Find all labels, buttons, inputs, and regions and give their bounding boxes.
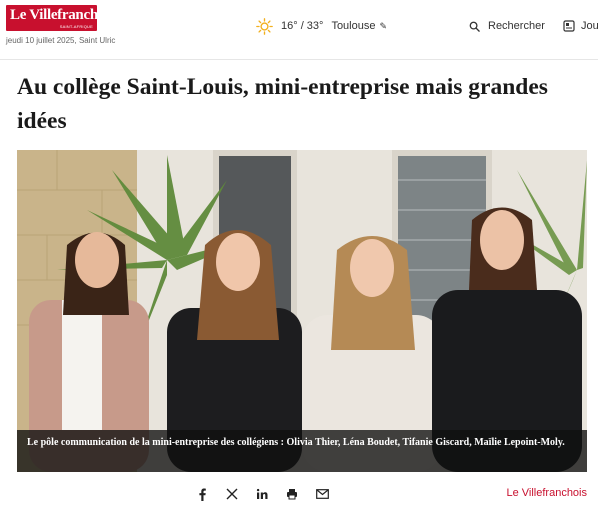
- sun-icon: [256, 17, 273, 35]
- article-title: Au collège Saint-Louis, mini-entreprise …: [17, 74, 548, 134]
- facebook-icon[interactable]: [195, 487, 209, 501]
- search-icon: [469, 21, 480, 32]
- print-icon[interactable]: [285, 487, 299, 501]
- logo-subtitle: SAINT-AFRIQUE: [59, 24, 93, 29]
- article-photo[interactable]: Le pôle communication de la mini-entrepr…: [17, 150, 587, 472]
- weather-city[interactable]: Toulouse: [331, 20, 375, 32]
- email-icon[interactable]: [315, 487, 329, 501]
- share-bar: [195, 485, 329, 503]
- weather-temps: 16° / 33°: [281, 20, 324, 32]
- site-header: Le Villefranchois SAINT-AFRIQUE jeudi 10…: [0, 0, 598, 60]
- x-icon[interactable]: [225, 487, 239, 501]
- search-button[interactable]: Rechercher: [469, 17, 545, 35]
- journal-label: Jou: [581, 20, 598, 32]
- journal-button[interactable]: Jou: [563, 17, 598, 35]
- site-logo[interactable]: Le Villefranchois SAINT-AFRIQUE: [6, 5, 115, 31]
- newspaper-icon: [563, 20, 575, 32]
- search-label: Rechercher: [488, 20, 545, 32]
- photo-illustration: [17, 150, 587, 472]
- dateline: jeudi 10 juillet 2025, Saint Ulric: [6, 36, 116, 45]
- edit-pencil-icon[interactable]: ✎: [379, 21, 387, 32]
- logo-text: Le Villefranchois: [10, 7, 115, 23]
- brand-link[interactable]: Le Villefranchois: [506, 487, 587, 499]
- photo-caption: Le pôle communication de la mini-entrepr…: [27, 437, 565, 448]
- weather-widget[interactable]: 16° / 33° Toulouse ✎: [256, 17, 387, 35]
- linkedin-icon[interactable]: [255, 487, 269, 501]
